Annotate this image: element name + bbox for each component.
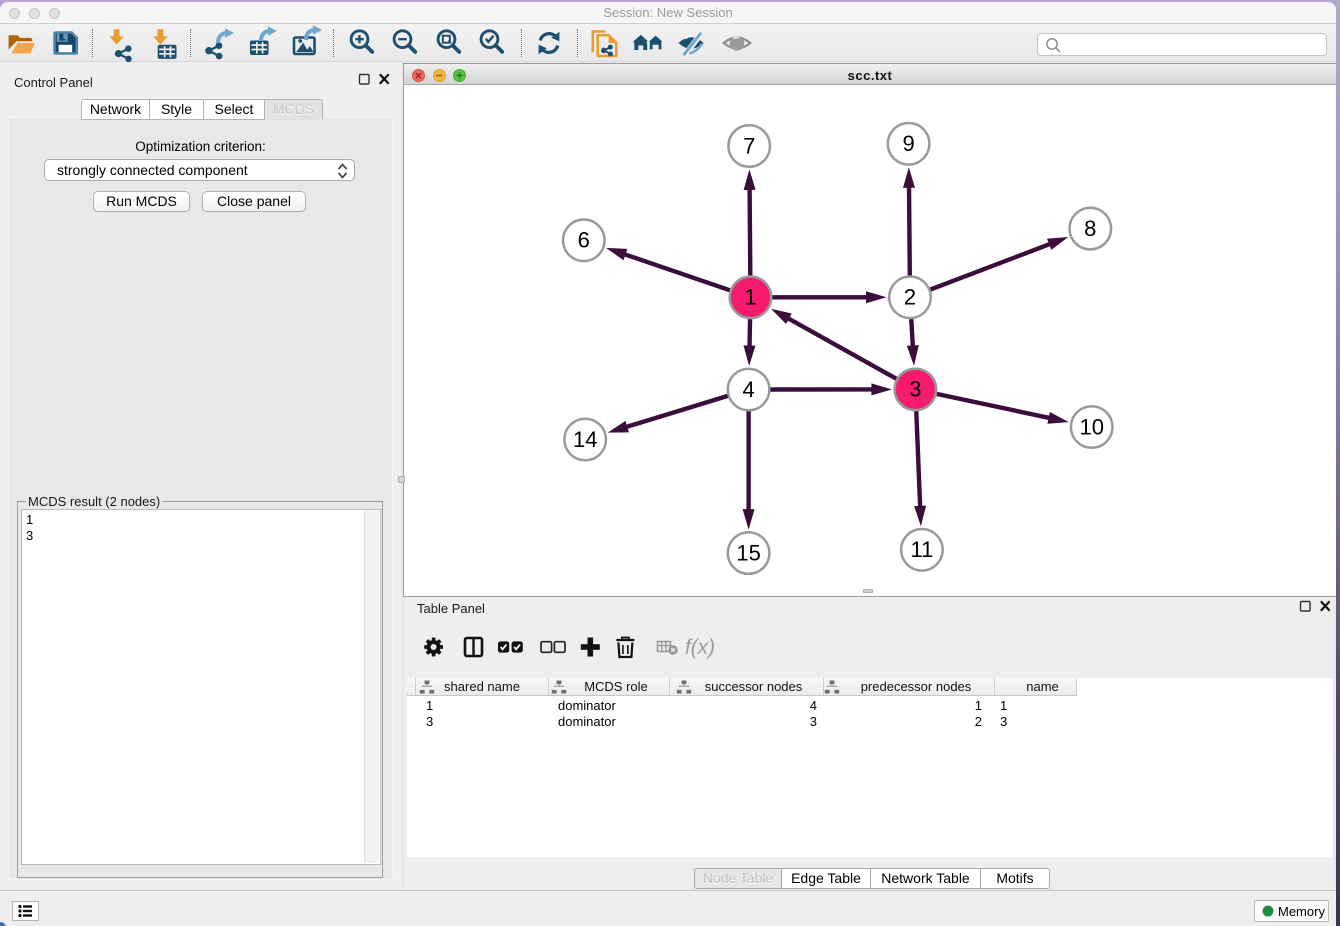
svg-text:6: 6 — [578, 228, 590, 253]
svg-text:3: 3 — [909, 377, 921, 402]
svg-text:10: 10 — [1079, 414, 1103, 439]
svg-text:9: 9 — [902, 131, 914, 156]
svg-text:8: 8 — [1084, 216, 1096, 241]
svg-text:2: 2 — [904, 285, 916, 310]
svg-text:4: 4 — [742, 377, 754, 402]
svg-text:15: 15 — [736, 540, 760, 565]
svg-text:14: 14 — [573, 427, 597, 452]
svg-text:11: 11 — [910, 537, 933, 562]
svg-text:f(x): f(x) — [685, 636, 715, 659]
svg-text:1: 1 — [744, 285, 756, 310]
svg-text:7: 7 — [743, 133, 755, 158]
